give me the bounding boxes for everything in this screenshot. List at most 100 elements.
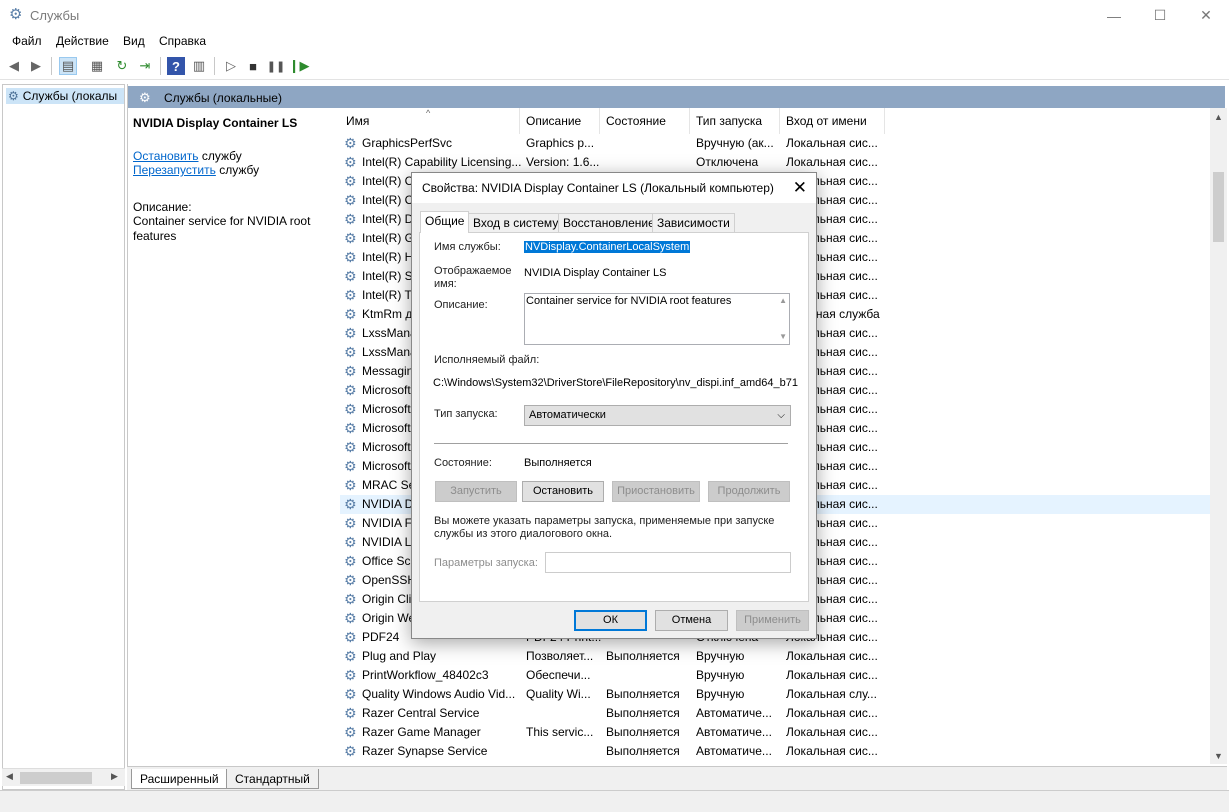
scroll-down-icon[interactable]: ▼ xyxy=(779,332,787,341)
service-gear-icon: ⚙ xyxy=(344,686,357,702)
cell-name: Razer Game Manager xyxy=(362,725,481,739)
sort-ascending-icon: ^ xyxy=(426,108,431,118)
cell-status: Выполняется xyxy=(606,687,680,701)
restart-service-icon[interactable]: ❙▶ xyxy=(289,57,310,75)
description-label: Описание: xyxy=(133,200,192,214)
console-tree-icon[interactable]: ▤ xyxy=(59,57,77,75)
cell-name: GraphicsPerfSvc xyxy=(362,136,453,150)
start-button[interactable]: Запустить xyxy=(435,481,517,502)
service-details-panel: NVIDIA Display Container LS Остановить с… xyxy=(133,116,323,244)
tab-extended[interactable]: Расширенный xyxy=(131,769,228,789)
maximize-button[interactable]: ☐ xyxy=(1137,0,1183,31)
table-row[interactable]: ⚙ Razer Central Service Выполняется Автомат… xyxy=(340,704,1210,723)
scroll-left-icon[interactable]: ◀ xyxy=(6,771,13,782)
service-gear-icon: ⚙ xyxy=(344,610,357,626)
cell-startup-type: Автоматиче... xyxy=(696,744,772,758)
tab-standard[interactable]: Стандартный xyxy=(226,769,319,789)
pause-button[interactable]: Приостановить xyxy=(612,481,700,502)
start-params-label: Параметры запуска: xyxy=(434,557,538,569)
service-gear-icon: ⚙ xyxy=(344,268,357,284)
service-gear-icon: ⚙ xyxy=(344,515,357,531)
dialog-close-icon[interactable]: ✕ xyxy=(793,178,807,198)
cancel-button[interactable]: Отмена xyxy=(655,610,728,631)
table-row[interactable]: ⚙ Quality Windows Audio Vid... Quality Wi.… xyxy=(340,685,1210,704)
display-name-value: NVIDIA Display Container LS xyxy=(524,267,667,279)
pause-service-icon[interactable]: ❚❚ xyxy=(267,57,285,75)
show-hide-pane-icon[interactable]: ▥ xyxy=(190,57,208,75)
startup-type-select[interactable]: Автоматически ⌵ xyxy=(524,405,791,426)
forward-arrow-icon[interactable]: ▶ xyxy=(27,57,45,75)
column-header-description[interactable]: Описание xyxy=(520,108,600,134)
back-arrow-icon[interactable]: ◀ xyxy=(5,57,23,75)
cell-logon-as: Локальная сис... xyxy=(786,725,878,739)
tab-recovery[interactable]: Восстановление xyxy=(558,213,660,232)
export-list-icon[interactable]: ⇥ xyxy=(136,57,154,75)
cell-startup-type: Автоматиче... xyxy=(696,725,772,739)
tab-general[interactable]: Общие xyxy=(420,211,470,233)
properties-sheet-icon[interactable]: ▦ xyxy=(88,57,106,75)
service-gear-icon: ⚙ xyxy=(344,629,357,645)
display-name-label-line2: имя: xyxy=(434,278,457,290)
table-row[interactable]: ⚙ Plug and Play Позволяет... Выполняется Вру… xyxy=(340,647,1210,666)
scroll-up-icon[interactable]: ▲ xyxy=(1214,112,1223,122)
close-button[interactable]: ✕ xyxy=(1183,0,1229,31)
service-description: Container service for NVIDIA root featur… xyxy=(133,214,311,243)
scroll-right-icon[interactable]: ▶ xyxy=(111,771,118,782)
dialog-title-bar: Свойства: NVIDIA Display Container LS (Л… xyxy=(412,173,816,203)
display-name-label-line1: Отображаемое xyxy=(434,265,512,277)
start-service-icon[interactable]: ▷ xyxy=(222,57,240,75)
apply-button[interactable]: Применить xyxy=(736,610,809,631)
tab-logon[interactable]: Вход в систему xyxy=(468,213,564,232)
cell-logon-as: Локальная сис... xyxy=(786,649,878,663)
menu-help[interactable]: Справка xyxy=(159,34,206,48)
restart-service-link[interactable]: Перезапустить xyxy=(133,163,216,177)
service-gear-icon: ⚙ xyxy=(344,344,357,360)
column-header-startup-type[interactable]: Тип запуска xyxy=(690,108,780,134)
cell-logon-as: Локальная сис... xyxy=(786,136,878,150)
service-properties-dialog: Свойства: NVIDIA Display Container LS (Л… xyxy=(411,172,817,639)
ok-button[interactable]: ОК xyxy=(574,610,647,631)
service-gear-icon: ⚙ xyxy=(344,211,357,227)
cell-name: Plug and Play xyxy=(362,649,437,663)
table-row[interactable]: ⚙ Razer Game Manager This servic... Выполня… xyxy=(340,723,1210,742)
service-name-value[interactable]: NVDisplay.ContainerLocalSystem xyxy=(524,241,691,253)
cell-description: This servic... xyxy=(526,725,594,739)
table-row[interactable]: ⚙ GraphicsPerfSvc Graphics p... Вручную (ак… xyxy=(340,134,1210,153)
column-header-status[interactable]: Состояние xyxy=(600,108,690,134)
table-row[interactable]: ⚙ Razer Synapse Service Выполняется Автомат… xyxy=(340,742,1210,761)
menu-action[interactable]: Действие xyxy=(56,34,109,48)
scroll-thumb[interactable] xyxy=(20,772,92,784)
table-row[interactable]: ⚙ xyxy=(340,761,1210,764)
scroll-thumb[interactable] xyxy=(1213,172,1224,242)
description-textbox[interactable]: Container service for NVIDIA root featur… xyxy=(524,293,790,345)
resume-button[interactable]: Продолжить xyxy=(708,481,790,502)
tree-horizontal-scrollbar[interactable]: ◀ ▶ xyxy=(2,768,125,786)
column-header-logon-as[interactable]: Вход от имени xyxy=(780,108,885,134)
refresh-icon[interactable]: ↻ xyxy=(113,57,131,75)
minimize-button[interactable]: — xyxy=(1091,0,1137,31)
start-params-input[interactable] xyxy=(545,552,791,573)
stop-service-icon[interactable]: ■ xyxy=(244,57,262,75)
cell-logon-as: Локальная сис... xyxy=(786,706,878,720)
tree-node-services-local[interactable]: ⚙ Службы (локалы xyxy=(6,88,124,104)
service-gear-icon: ⚙ xyxy=(344,534,357,550)
table-row[interactable]: ⚙ PrintWorkflow_48402c3 Обеспечи... Вручную… xyxy=(340,666,1210,685)
stop-service-link[interactable]: Остановить xyxy=(133,149,199,163)
scroll-down-icon[interactable]: ▼ xyxy=(1214,751,1223,761)
table-row[interactable]: ⚙ Intel(R) Capability Licensing... Version… xyxy=(340,153,1210,172)
cell-status: Выполняется xyxy=(606,725,680,739)
menu-file[interactable]: Файл xyxy=(12,34,42,48)
help-icon[interactable]: ? xyxy=(167,57,185,75)
column-header-name[interactable]: Имя ^ xyxy=(340,108,520,134)
list-vertical-scrollbar[interactable]: ▲ ▼ xyxy=(1210,108,1227,764)
cell-startup-type: Вручную (ак... xyxy=(696,136,774,150)
startup-type-value: Автоматически xyxy=(529,409,606,421)
restart-link-suffix: службу xyxy=(215,163,260,177)
cell-status: Выполняется xyxy=(606,706,680,720)
menu-view[interactable]: Вид xyxy=(123,34,145,48)
toolbar: ◀ ▶ ▤ ▦ ↻ ⇥ ? ▥ ▷ ■ ❚❚ ❙▶ xyxy=(0,53,1229,80)
cell-description: Обеспечи... xyxy=(526,668,591,682)
stop-button[interactable]: Остановить xyxy=(522,481,604,502)
tab-dependencies[interactable]: Зависимости xyxy=(652,213,735,232)
scroll-up-icon[interactable]: ▲ xyxy=(779,296,787,305)
